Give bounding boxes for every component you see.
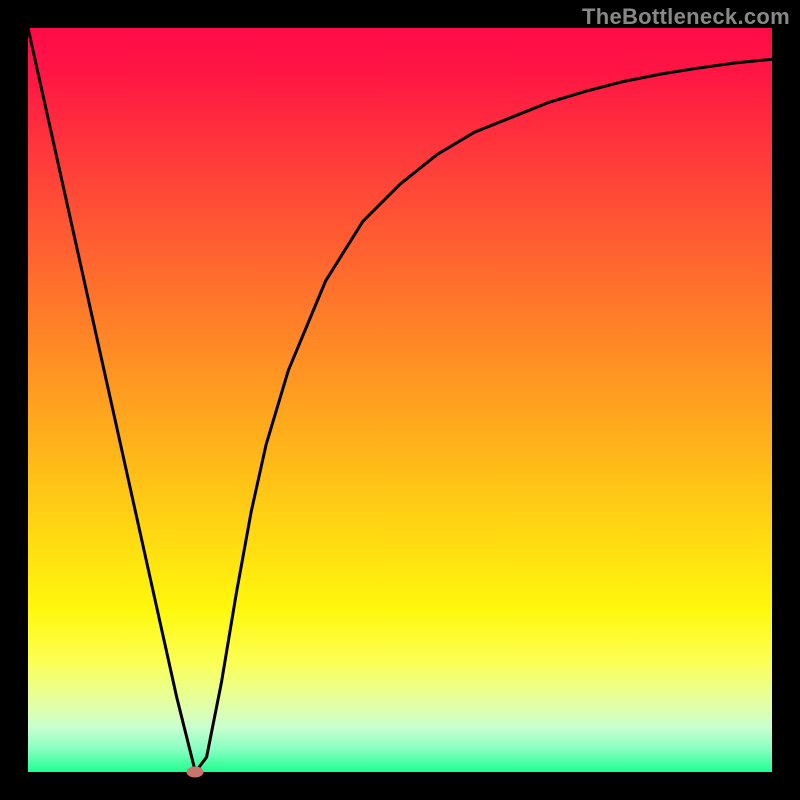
curve-layer [28, 28, 772, 772]
optimum-marker [187, 767, 204, 778]
watermark-text: TheBottleneck.com [582, 4, 790, 30]
bottleneck-curve [28, 28, 772, 772]
plot-area [28, 28, 772, 772]
